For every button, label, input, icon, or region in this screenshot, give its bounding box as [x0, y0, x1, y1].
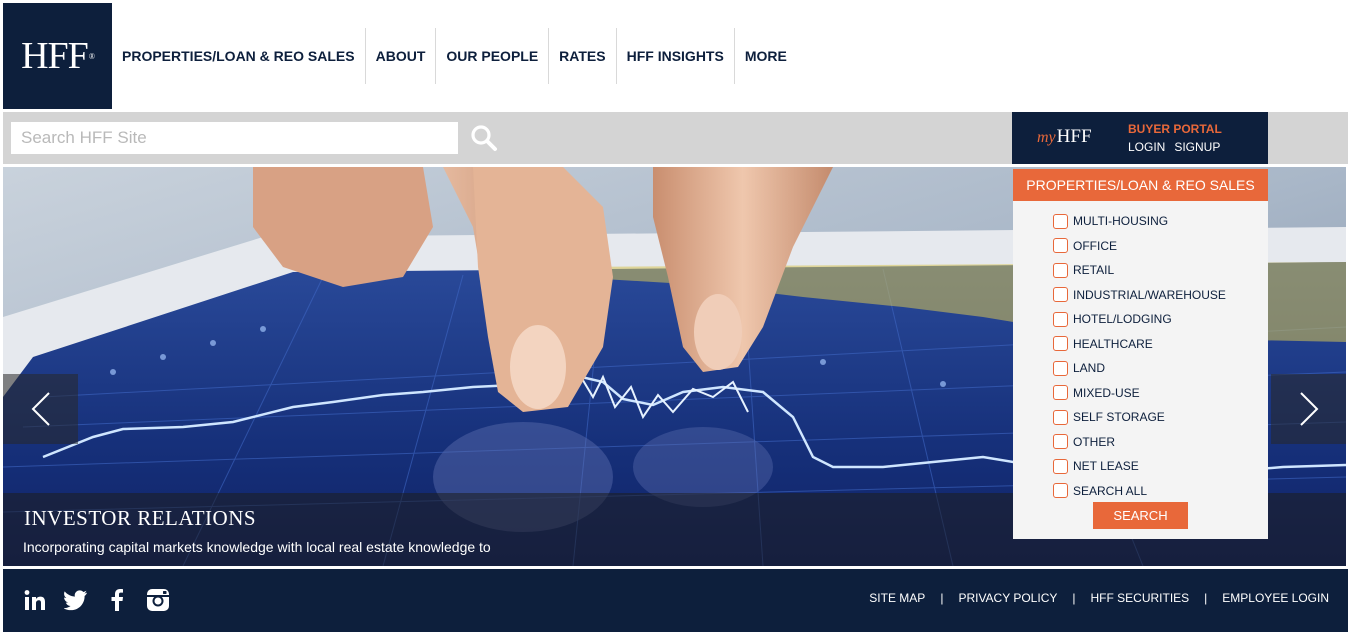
property-option-office[interactable]: OFFICE: [1053, 234, 1226, 259]
hero-title[interactable]: INVESTOR RELATIONS: [24, 506, 256, 531]
nav-item-our-people[interactable]: OUR PEOPLE: [436, 28, 550, 84]
search-icon[interactable]: [470, 124, 498, 152]
property-type-list: MULTI-HOUSING OFFICE RETAIL INDUSTRIAL/W…: [1053, 209, 1226, 503]
property-option-self-storage[interactable]: SELF STORAGE: [1053, 405, 1226, 430]
property-option-label: HOTEL/LODGING: [1073, 312, 1172, 327]
checkbox[interactable]: [1053, 213, 1068, 229]
checkbox[interactable]: [1053, 385, 1068, 401]
property-option-hotel[interactable]: HOTEL/LODGING: [1053, 307, 1226, 332]
hff-logo[interactable]: HFF ®: [3, 3, 112, 109]
property-option-retail[interactable]: RETAIL: [1053, 258, 1226, 283]
checkbox[interactable]: [1053, 287, 1068, 303]
footer-link-hff-securities[interactable]: HFF SECURITIES: [1091, 591, 1190, 605]
property-option-other[interactable]: OTHER: [1053, 430, 1226, 455]
checkbox[interactable]: [1053, 483, 1068, 499]
buyer-portal-title: BUYER PORTAL: [1128, 122, 1222, 136]
login-link[interactable]: LOGIN: [1128, 140, 1165, 154]
myhff-portal: myHFF BUYER PORTAL LOGIN SIGNUP: [1012, 112, 1268, 164]
checkbox[interactable]: [1053, 409, 1068, 425]
nav-item-properties[interactable]: PROPERTIES/LOAN & REO SALES: [112, 28, 366, 84]
linkedin-icon[interactable]: [23, 588, 47, 612]
hero-text: Incorporating capital markets knowledge …: [23, 539, 491, 555]
property-option-label: LAND: [1073, 361, 1106, 376]
property-option-industrial[interactable]: INDUSTRIAL/WAREHOUSE: [1053, 283, 1226, 308]
property-option-healthcare[interactable]: HEALTHCARE: [1053, 332, 1226, 357]
property-option-label: OFFICE: [1073, 238, 1117, 253]
footer-link-privacy-policy[interactable]: PRIVACY POLICY: [958, 591, 1057, 605]
property-option-label: SEARCH ALL: [1073, 483, 1148, 498]
property-option-net-lease[interactable]: NET LEASE: [1053, 454, 1226, 479]
footer-separator: |: [940, 591, 944, 605]
checkbox[interactable]: [1053, 311, 1068, 327]
main-nav: PROPERTIES/LOAN & REO SALES ABOUT OUR PE…: [112, 28, 797, 84]
properties-panel-header: PROPERTIES/LOAN & REO SALES: [1013, 169, 1268, 201]
twitter-icon[interactable]: [64, 588, 88, 612]
chevron-left-icon: [31, 392, 50, 426]
checkbox[interactable]: [1053, 238, 1068, 254]
instagram-icon[interactable]: [146, 588, 170, 612]
property-option-multi-housing[interactable]: MULTI-HOUSING: [1053, 209, 1226, 234]
footer-link-employee-login[interactable]: EMPLOYEE LOGIN: [1222, 591, 1329, 605]
checkbox[interactable]: [1053, 336, 1068, 352]
footer-link-site-map[interactable]: SITE MAP: [869, 591, 925, 605]
property-option-land[interactable]: LAND: [1053, 356, 1226, 381]
property-option-label: INDUSTRIAL/WAREHOUSE: [1073, 287, 1226, 302]
property-option-label: SELF STORAGE: [1073, 410, 1165, 425]
social-links: [23, 588, 170, 612]
logo-text: HFF: [21, 35, 89, 77]
search-input[interactable]: [11, 122, 458, 154]
properties-filter-panel: PROPERTIES/LOAN & REO SALES MULTI-HOUSIN…: [1013, 169, 1268, 539]
property-option-label: MULTI-HOUSING: [1073, 214, 1169, 229]
chevron-right-icon: [1299, 392, 1318, 426]
checkbox[interactable]: [1053, 458, 1068, 474]
footer-separator: |: [1204, 591, 1208, 605]
facebook-icon[interactable]: [105, 588, 129, 612]
property-option-label: MIXED-USE: [1073, 385, 1140, 400]
checkbox[interactable]: [1053, 262, 1068, 278]
property-option-label: NET LEASE: [1073, 459, 1139, 474]
footer-separator: |: [1072, 591, 1076, 605]
nav-item-more[interactable]: MORE: [735, 28, 797, 84]
signup-link[interactable]: SIGNUP: [1174, 140, 1220, 154]
myhff-logo: myHFF: [1037, 126, 1092, 148]
myhff-logo-my: my: [1037, 129, 1056, 146]
nav-item-rates[interactable]: RATES: [549, 28, 617, 84]
property-option-label: RETAIL: [1073, 263, 1115, 278]
carousel-prev-button[interactable]: [3, 374, 78, 444]
checkbox[interactable]: [1053, 360, 1068, 376]
logo-mark: ®: [88, 51, 95, 61]
footer: SITE MAP | PRIVACY POLICY | HFF SECURITI…: [3, 569, 1348, 632]
property-option-label: HEALTHCARE: [1073, 336, 1153, 351]
checkbox[interactable]: [1053, 434, 1068, 450]
carousel-next-button[interactable]: [1271, 374, 1346, 444]
myhff-logo-hff: HFF: [1056, 126, 1092, 147]
property-option-label: OTHER: [1073, 434, 1115, 449]
footer-links: SITE MAP | PRIVACY POLICY | HFF SECURITI…: [869, 591, 1329, 605]
portal-links: LOGIN SIGNUP: [1128, 140, 1220, 154]
property-option-mixed-use[interactable]: MIXED-USE: [1053, 381, 1226, 406]
property-option-search-all[interactable]: SEARCH ALL: [1053, 479, 1226, 504]
nav-item-about[interactable]: ABOUT: [366, 28, 437, 84]
nav-item-hff-insights[interactable]: HFF INSIGHTS: [617, 28, 735, 84]
properties-search-button[interactable]: SEARCH: [1093, 502, 1188, 529]
